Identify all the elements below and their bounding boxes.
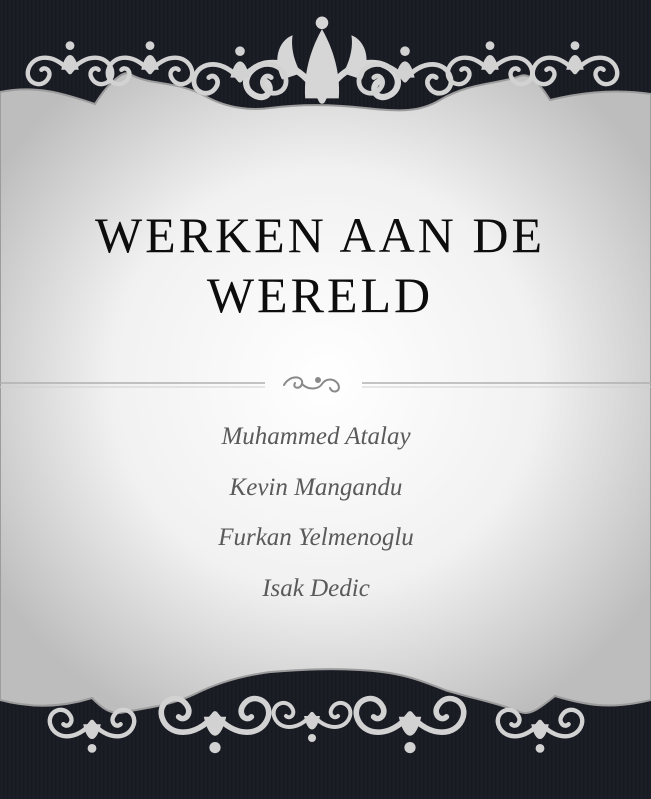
author-list: Muhammed Atalay Kevin Mangandu Furkan Ye… (0, 412, 632, 614)
bottom-right-flourish-icon (498, 710, 582, 753)
top-left-flourish-icon (28, 41, 192, 84)
author-name: Isak Dedic (262, 574, 370, 602)
top-center-damask-icon (194, 17, 451, 101)
title-line-2: WERELD (206, 267, 434, 323)
top-right-flourish-icon (448, 41, 617, 84)
bottom-center-damask-icon (161, 699, 463, 754)
author-name: Muhammed Atalay (221, 423, 411, 450)
author-name: Kevin Mangandu (229, 473, 403, 501)
title-slide: WERKEN AAN DE WERELD Muhammed Atalay Kev… (0, 0, 651, 799)
author-name: Furkan Yelmenoglu (218, 524, 414, 551)
title-divider (0, 376, 651, 393)
bottom-left-flourish-icon (50, 710, 134, 753)
scroll-flourish-icon (283, 376, 340, 393)
slide-title: WERKEN AAN DE WERELD (20, 205, 620, 325)
title-line-1: WERKEN AAN DE (94, 207, 546, 263)
